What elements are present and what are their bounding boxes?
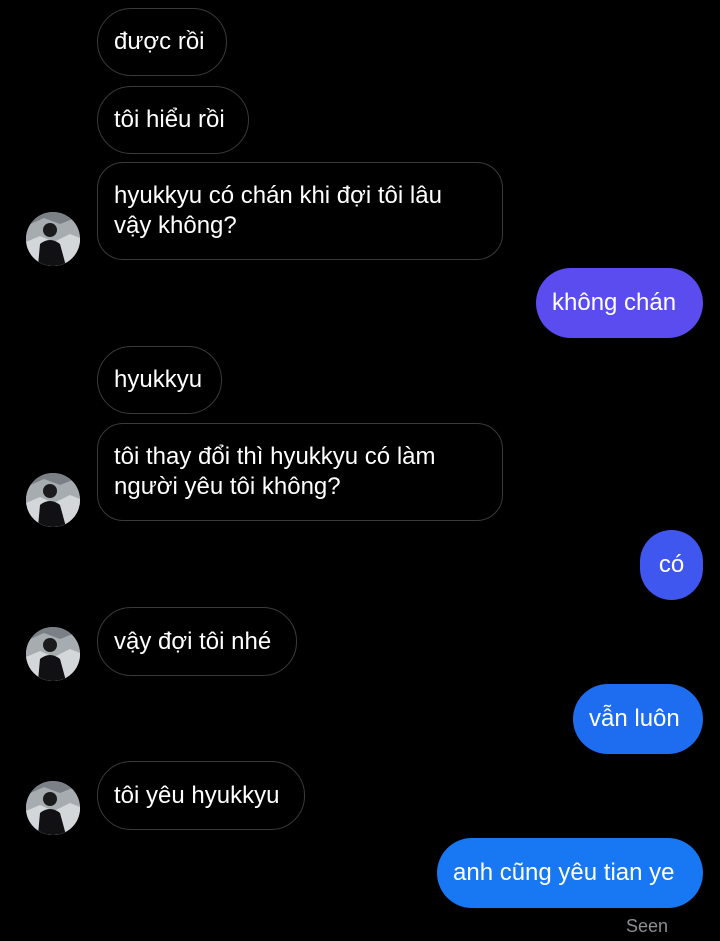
- contact-avatar-icon[interactable]: [26, 212, 80, 266]
- seen-status: Seen: [625, 916, 668, 936]
- message-text: tôi yêu hyukkyu: [114, 781, 280, 809]
- message-text: anh cũng yêu tian ye: [453, 859, 675, 886]
- message-text: không chán: [552, 289, 677, 316]
- message-bubble-incoming[interactable]: được rồi: [97, 8, 227, 76]
- message-text: tôi hiểu rồi: [114, 106, 225, 133]
- contact-avatar-icon[interactable]: [26, 781, 80, 835]
- message-bubble-outgoing[interactable]: vẫn luôn: [573, 684, 703, 754]
- message-bubble-incoming[interactable]: tôi hiểu rồi: [97, 86, 249, 154]
- message-text: có: [658, 551, 685, 578]
- message-text: tôi thay đổi thì hyukkyu có làm người yê…: [114, 443, 436, 500]
- message-bubble-outgoing[interactable]: không chán: [536, 268, 703, 338]
- contact-avatar-icon[interactable]: [26, 627, 80, 681]
- message-text: vẫn luôn: [589, 705, 680, 732]
- message-bubble-incoming[interactable]: hyukkyu: [97, 346, 222, 414]
- message-text: được rồi: [114, 28, 205, 55]
- message-bubble-outgoing[interactable]: có: [640, 530, 703, 600]
- contact-avatar-icon[interactable]: [26, 473, 80, 527]
- message-text: vậy đợi tôi nhé: [114, 627, 272, 655]
- message-bubble-incoming[interactable]: tôi yêu hyukkyu: [97, 761, 305, 830]
- message-bubble-incoming[interactable]: vậy đợi tôi nhé: [97, 607, 297, 676]
- message-bubble-outgoing[interactable]: anh cũng yêu tian ye: [437, 838, 703, 908]
- message-text: hyukkyu có chán khi đợi tôi lâu vậy khôn…: [114, 182, 442, 239]
- message-bubble-incoming[interactable]: tôi thay đổi thì hyukkyu có làm người yê…: [97, 423, 503, 521]
- message-text: hyukkyu: [114, 366, 203, 393]
- message-bubble-incoming[interactable]: hyukkyu có chán khi đợi tôi lâu vậy khôn…: [97, 162, 503, 260]
